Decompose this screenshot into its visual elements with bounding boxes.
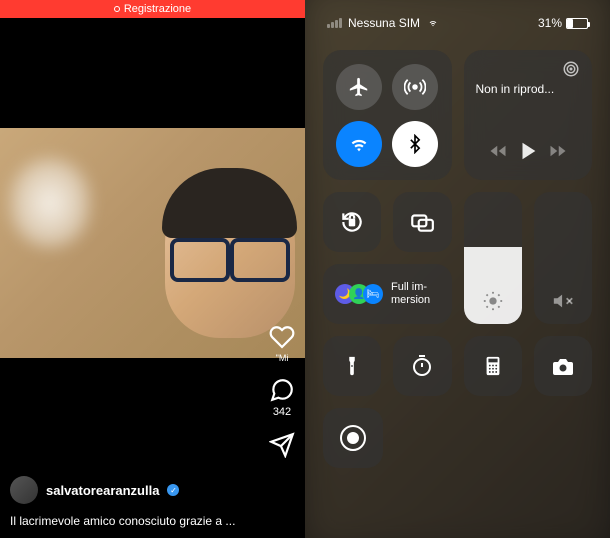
timer-icon [410, 354, 434, 378]
battery-icon [566, 18, 588, 29]
flashlight-icon [341, 355, 363, 377]
recording-dot-icon [114, 6, 120, 12]
media-play-button[interactable] [517, 140, 539, 162]
status-bar: Nessuna SIM 31% [323, 8, 592, 38]
caption[interactable]: Il lacrimevole amico conosciuto grazie a… [10, 514, 255, 528]
reel-info: salvatorearanzulla ✓ Il lacrimevole amic… [10, 476, 255, 528]
screen-mirroring-icon [409, 209, 435, 235]
bluetooth-button[interactable] [392, 121, 438, 167]
heart-icon [269, 324, 295, 350]
rotation-lock-button[interactable] [323, 192, 381, 252]
video-area[interactable] [0, 18, 305, 538]
media-prev-button[interactable] [489, 142, 507, 160]
camera-button[interactable] [534, 336, 592, 396]
battery-percent: 31% [538, 16, 562, 30]
media-next-button[interactable] [549, 142, 567, 160]
video-frame [0, 128, 305, 358]
calculator-icon [482, 355, 504, 377]
airplay-icon[interactable] [562, 60, 580, 78]
airplane-icon [348, 76, 370, 98]
brightness-icon [482, 290, 504, 312]
comment-button[interactable]: 342 [269, 377, 295, 418]
recording-label: Registrazione [124, 3, 191, 15]
control-center-panel: Nessuna SIM 31% [305, 0, 610, 538]
share-button[interactable] [269, 432, 295, 458]
reel-actions: "Mi 342 [269, 324, 295, 458]
cellular-data-button[interactable] [392, 64, 438, 110]
wifi-icon [348, 133, 370, 155]
screen-record-button[interactable] [323, 408, 383, 468]
bluetooth-icon [405, 134, 425, 154]
rewind-icon [489, 142, 507, 160]
wifi-button[interactable] [336, 121, 382, 167]
focus-icons: 🌙 👤 🛏 [335, 284, 383, 304]
comment-count: 342 [273, 406, 291, 418]
play-icon [517, 140, 539, 162]
comment-icon [269, 377, 295, 403]
username[interactable]: salvatorearanzulla [46, 483, 159, 498]
record-icon [340, 425, 366, 451]
timer-button[interactable] [393, 336, 451, 396]
camera-icon [551, 354, 575, 378]
focus-button[interactable]: 🌙 👤 🛏 Full im- mersion [323, 264, 452, 324]
like-label: "Mi [276, 353, 289, 363]
antenna-icon [404, 76, 426, 98]
recording-bar: Registrazione [0, 0, 305, 18]
volume-slider[interactable] [534, 192, 592, 324]
flashlight-button[interactable] [323, 336, 381, 396]
bed-icon: 🛏 [363, 284, 383, 304]
instagram-reel-panel: Registrazione "Mi 342 [0, 0, 305, 538]
carrier-label: Nessuna SIM [348, 16, 420, 30]
avatar[interactable] [10, 476, 38, 504]
wifi-status-icon [426, 18, 440, 28]
signal-icon [327, 18, 342, 28]
calculator-button[interactable] [464, 336, 522, 396]
media-tile[interactable]: Non in riprod... [464, 50, 593, 180]
screen-mirroring-button[interactable] [393, 192, 451, 252]
forward-icon [549, 142, 567, 160]
connectivity-tile[interactable] [323, 50, 452, 180]
focus-label: Full im- mersion [391, 281, 430, 307]
rotation-lock-icon [339, 209, 365, 235]
user-row[interactable]: salvatorearanzulla ✓ [10, 476, 255, 504]
volume-mute-icon [552, 290, 574, 312]
send-icon [269, 432, 295, 458]
media-title: Non in riprod... [476, 82, 581, 96]
verified-badge-icon: ✓ [167, 484, 179, 496]
brightness-slider[interactable] [464, 192, 522, 324]
airplane-mode-button[interactable] [336, 64, 382, 110]
like-button[interactable]: "Mi [269, 324, 295, 363]
